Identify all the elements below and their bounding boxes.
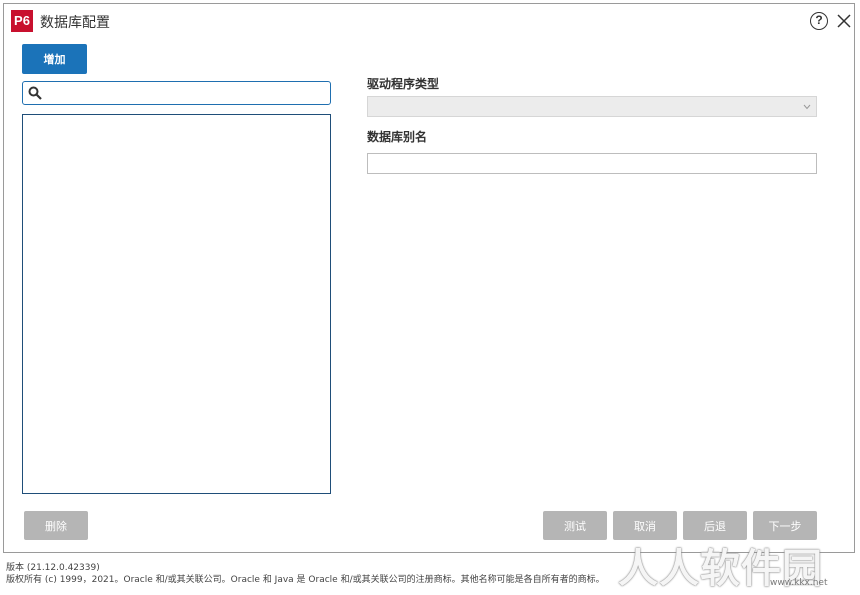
driver-type-select[interactable] (367, 96, 817, 117)
copyright-text: 版权所有 (c) 1999，2021。Oracle 和/或其关联公司。Oracl… (6, 575, 605, 585)
version-text: 版本 (21.12.0.42339) (6, 563, 100, 573)
close-icon[interactable] (836, 13, 852, 29)
delete-button[interactable]: 删除 (24, 511, 88, 540)
search-icon (28, 86, 42, 100)
add-button[interactable]: 增加 (22, 44, 87, 74)
title-bar: P6 数据库配置 ? (4, 4, 854, 38)
database-list[interactable] (22, 114, 331, 494)
driver-type-label: 驱动程序类型 (367, 77, 440, 91)
help-icon[interactable]: ? (810, 12, 828, 30)
database-config-dialog: P6 数据库配置 ? 增加 驱动程序类型 数据库别名 删除 测试 取消 后退 下… (3, 3, 855, 553)
db-alias-input[interactable] (367, 153, 817, 174)
chevron-down-icon (803, 104, 811, 110)
footer: 版本 (21.12.0.42339) 版权所有 (c) 1999，2021。Or… (6, 562, 605, 586)
window-title: 数据库配置 (40, 15, 110, 31)
p6-logo: P6 (11, 10, 33, 32)
db-alias-label: 数据库别名 (367, 130, 428, 144)
test-button[interactable]: 测试 (543, 511, 607, 540)
search-box (22, 81, 331, 105)
watermark-url: www.kkx.net (770, 578, 828, 588)
search-input[interactable] (45, 84, 329, 104)
